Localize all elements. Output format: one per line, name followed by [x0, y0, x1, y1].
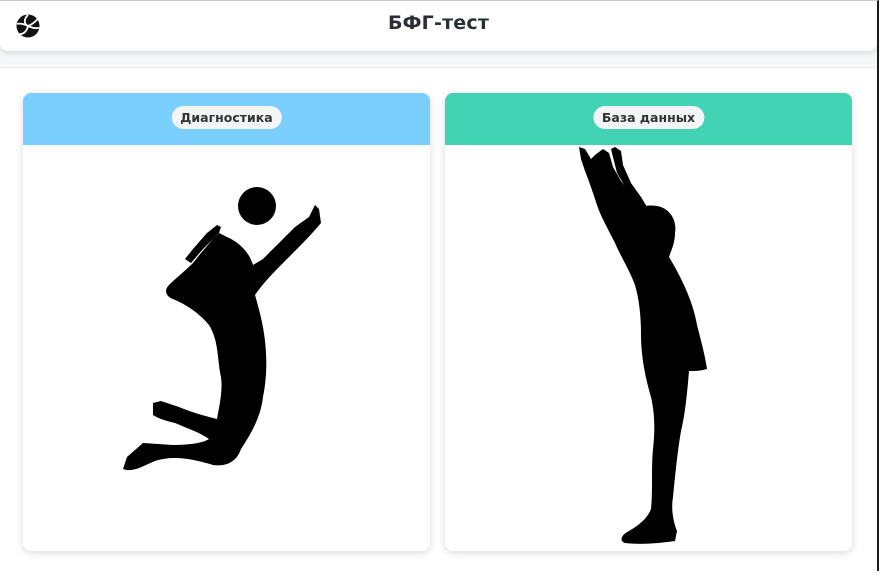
- app-window: БФГ-тест Диагностика База данных: [0, 0, 879, 571]
- ball-shape: [238, 187, 276, 225]
- database-label[interactable]: База данных: [592, 106, 705, 129]
- diagnostics-card[interactable]: Диагностика: [23, 93, 430, 551]
- diagnostics-label[interactable]: Диагностика: [171, 106, 282, 129]
- spiker-head: [215, 243, 243, 267]
- database-card[interactable]: База данных: [445, 93, 852, 551]
- database-card-header: База данных: [445, 93, 852, 145]
- diagnostics-illustration: [23, 145, 430, 551]
- top-header: БФГ-тест: [0, 1, 877, 51]
- volleyball-spike-silhouette: [123, 187, 321, 471]
- page-title: БФГ-тест: [387, 12, 490, 34]
- diagnostics-card-header: Диагностика: [23, 93, 430, 145]
- database-illustration: [445, 145, 852, 551]
- volleyball-block-silhouette: [579, 147, 707, 544]
